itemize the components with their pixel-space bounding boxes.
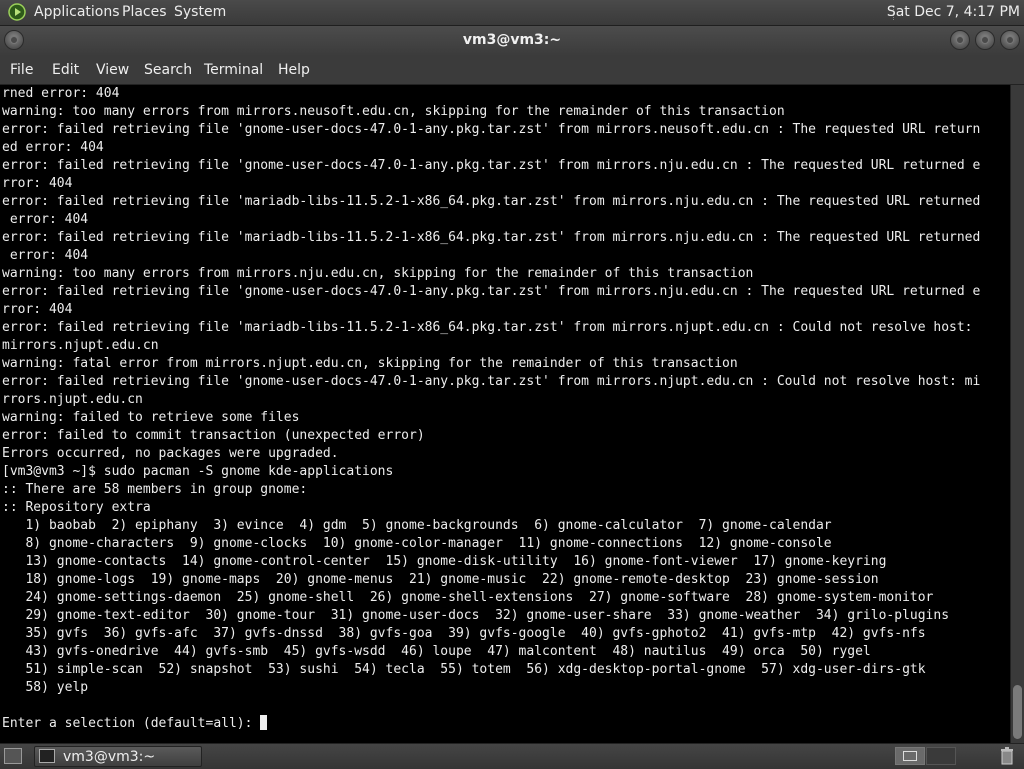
terminal-prompt-line[interactable]: Enter a selection (default=all):: [2, 715, 1010, 733]
terminal-line: rror: 404: [2, 302, 73, 317]
scrollbar-thumb[interactable]: [1013, 685, 1022, 739]
terminal-line: error: failed retrieving file 'gnome-use…: [2, 374, 981, 389]
terminal-line: 29) gnome-text-editor 30) gnome-tour 31)…: [2, 608, 950, 623]
terminal-line: error: failed to commit transaction (une…: [2, 428, 425, 443]
text-cursor: [260, 715, 268, 730]
terminal-line: 24) gnome-settings-daemon 25) gnome-shel…: [2, 590, 934, 605]
terminal-line: rned error: 404: [2, 86, 120, 101]
menu-edit[interactable]: Edit: [52, 62, 79, 78]
terminal-line: warning: too many errors from mirrors.nj…: [2, 266, 754, 281]
window-titlebar[interactable]: vm3@vm3:~: [0, 26, 1024, 56]
show-desktop-icon[interactable]: [4, 748, 22, 764]
terminal-line: error: failed retrieving file 'mariadb-l…: [2, 320, 973, 335]
terminal-line: error: failed retrieving file 'gnome-use…: [2, 122, 981, 137]
terminal-line: 18) gnome-logs 19) gnome-maps 20) gnome-…: [2, 572, 879, 587]
menu-file[interactable]: File: [10, 62, 33, 78]
top-panel: Applications Places System Sat Dec 7, 4:…: [0, 0, 1024, 26]
terminal-line: warning: failed to retrieve some files: [2, 410, 300, 425]
terminal-line: :: Repository extra: [2, 500, 151, 515]
terminal-line: rrors.njupt.edu.cn: [2, 392, 143, 407]
menu-view[interactable]: View: [96, 62, 129, 78]
clock[interactable]: Sat Dec 7, 4:17 PM: [887, 4, 1020, 20]
trash-icon[interactable]: [1000, 747, 1014, 765]
terminal-line: 13) gnome-contacts 14) gnome-control-cen…: [2, 554, 887, 569]
taskbar-window-label: vm3@vm3:~: [63, 749, 156, 765]
terminal-text: rned error: 404 warning: too many errors …: [0, 85, 1010, 733]
applications-menu[interactable]: Applications: [34, 4, 120, 20]
menu-search[interactable]: Search: [144, 62, 192, 78]
bottom-panel: vm3@vm3:~: [0, 743, 1024, 769]
terminal-line: ed error: 404: [2, 140, 104, 155]
window-title: vm3@vm3:~: [462, 32, 562, 48]
terminal-output[interactable]: rned error: 404 warning: too many errors …: [0, 85, 1010, 743]
terminal-line: 58) yelp: [2, 680, 89, 695]
terminal-line: 43) gvfs-onedrive 44) gvfs-smb 45) gvfs-…: [2, 644, 871, 659]
system-menu[interactable]: System: [174, 4, 226, 20]
menu-terminal[interactable]: Terminal: [204, 62, 263, 78]
terminal-icon: [39, 749, 55, 763]
terminal-line: error: 404: [2, 248, 89, 263]
terminal-line: 51) simple-scan 52) snapshot 53) sushi 5…: [2, 662, 926, 677]
terminal-line: warning: too many errors from mirrors.ne…: [2, 104, 785, 119]
terminal-line: error: 404: [2, 212, 89, 227]
terminal-line: rror: 404: [2, 176, 73, 191]
terminal-line: error: failed retrieving file 'mariadb-l…: [2, 194, 981, 209]
taskbar-window-button[interactable]: vm3@vm3:~: [34, 746, 202, 767]
terminal-line: Errors occurred, no packages were upgrad…: [2, 446, 339, 461]
terminal-line: [vm3@vm3 ~]$ sudo pacman -S gnome kde-ap…: [2, 464, 394, 479]
places-menu[interactable]: Places: [122, 4, 167, 20]
minimize-button[interactable]: [950, 30, 970, 50]
terminal-line: error: failed retrieving file 'gnome-use…: [2, 158, 981, 173]
applications-menu-icon[interactable]: [8, 3, 26, 21]
terminal-prompt: Enter a selection (default=all):: [2, 716, 261, 731]
maximize-button[interactable]: [975, 30, 995, 50]
workspace-window-icon: [903, 751, 917, 761]
workspace-1[interactable]: [895, 747, 925, 765]
terminal-menubar: File Edit View Search Terminal Help: [0, 56, 1024, 85]
close-button[interactable]: [1000, 30, 1020, 50]
terminal-line: mirrors.njupt.edu.cn: [2, 338, 159, 353]
terminal-line: warning: fatal error from mirrors.njupt.…: [2, 356, 738, 371]
terminal-line: 8) gnome-characters 9) gnome-clocks 10) …: [2, 536, 832, 551]
terminal-line: 1) baobab 2) epiphany 3) evince 4) gdm 5…: [2, 518, 832, 533]
terminal-line: error: failed retrieving file 'mariadb-l…: [2, 230, 981, 245]
terminal-line: :: There are 58 members in group gnome:: [2, 482, 308, 497]
workspace-2[interactable]: [926, 747, 956, 765]
terminal-line: 35) gvfs 36) gvfs-afc 37) gvfs-dnssd 38)…: [2, 626, 926, 641]
menu-help[interactable]: Help: [278, 62, 310, 78]
terminal-scrollbar[interactable]: [1010, 85, 1024, 743]
terminal-line: error: failed retrieving file 'gnome-use…: [2, 284, 981, 299]
